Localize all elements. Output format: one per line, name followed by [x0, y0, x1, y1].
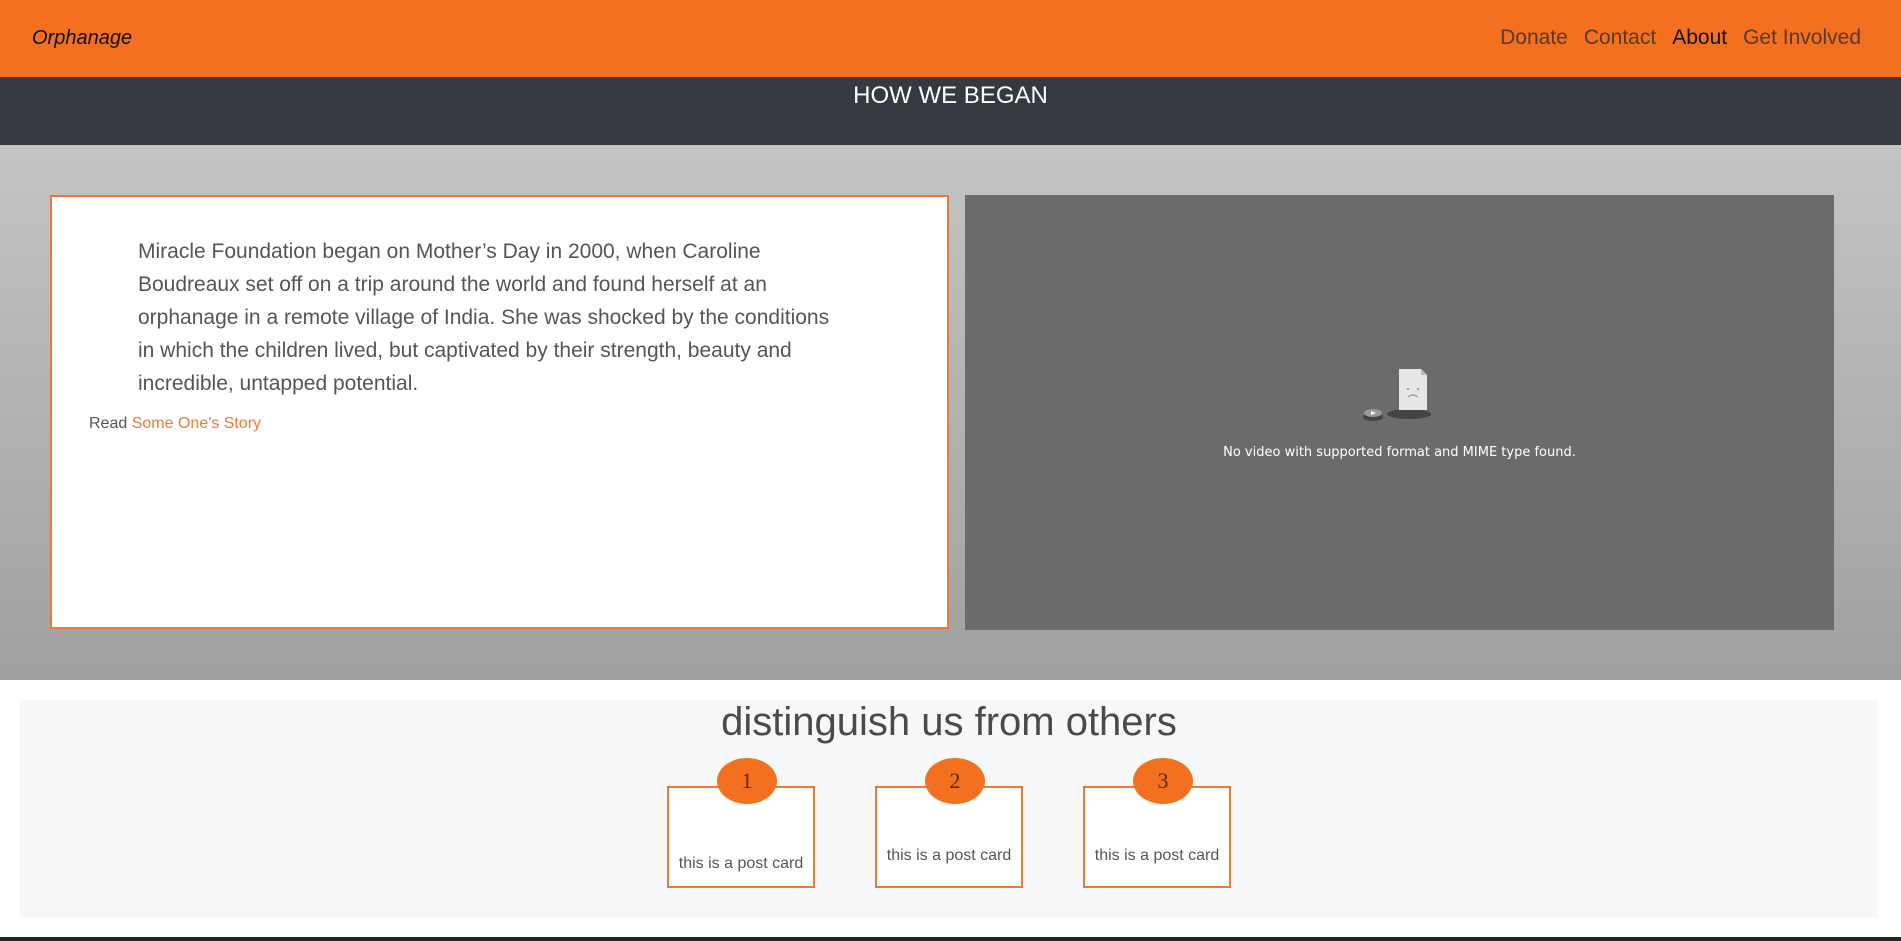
post-card-text: this is a post card: [1094, 847, 1220, 864]
post-card: 1 this is a post card: [667, 758, 815, 888]
video-error-message: No video with supported format and MIME …: [1223, 445, 1576, 460]
brand-logo-link[interactable]: Orphanage: [32, 27, 132, 50]
video-player[interactable]: No video with supported format and MIME …: [965, 195, 1834, 630]
nav-link-about[interactable]: About: [1672, 26, 1727, 50]
read-prefix: Read: [89, 415, 128, 432]
post-card-number-badge: 2: [925, 758, 985, 804]
post-card-text: this is a post card: [678, 855, 804, 872]
section-title: HOW WE BEGAN: [853, 82, 1048, 109]
story-card: Miracle Foundation began on Mother’s Day…: [50, 195, 949, 629]
nav-link-donate[interactable]: Donate: [1500, 26, 1568, 50]
broken-video-icon: [1363, 369, 1431, 421]
story-paragraph: Miracle Foundation began on Mother’s Day…: [138, 240, 830, 395]
post-card-text: this is a post card: [886, 847, 1012, 864]
section-header: HOW WE BEGAN: [0, 77, 1901, 145]
features-title: distinguish us from others: [721, 700, 1177, 744]
post-card: 2 this is a post card: [875, 758, 1023, 888]
nav-link-contact[interactable]: Contact: [1584, 26, 1656, 50]
post-card-number-badge: 3: [1133, 758, 1193, 804]
navbar: Orphanage Donate Contact About Get Invol…: [0, 0, 1901, 77]
features-section: distinguish us from others 1 this is a p…: [20, 700, 1878, 918]
page-bottom-border: [0, 937, 1901, 941]
post-card-number-badge: 1: [717, 758, 777, 804]
nav-links: Donate Contact About Get Involved: [1500, 26, 1861, 50]
post-card: 3 this is a post card: [1083, 758, 1231, 888]
story-section: Miracle Foundation began on Mother’s Day…: [0, 145, 1901, 680]
read-story-link[interactable]: Some One's Story: [132, 415, 261, 432]
read-story-line: Read Some One's Story: [89, 415, 261, 433]
nav-link-get-involved[interactable]: Get Involved: [1743, 26, 1861, 50]
